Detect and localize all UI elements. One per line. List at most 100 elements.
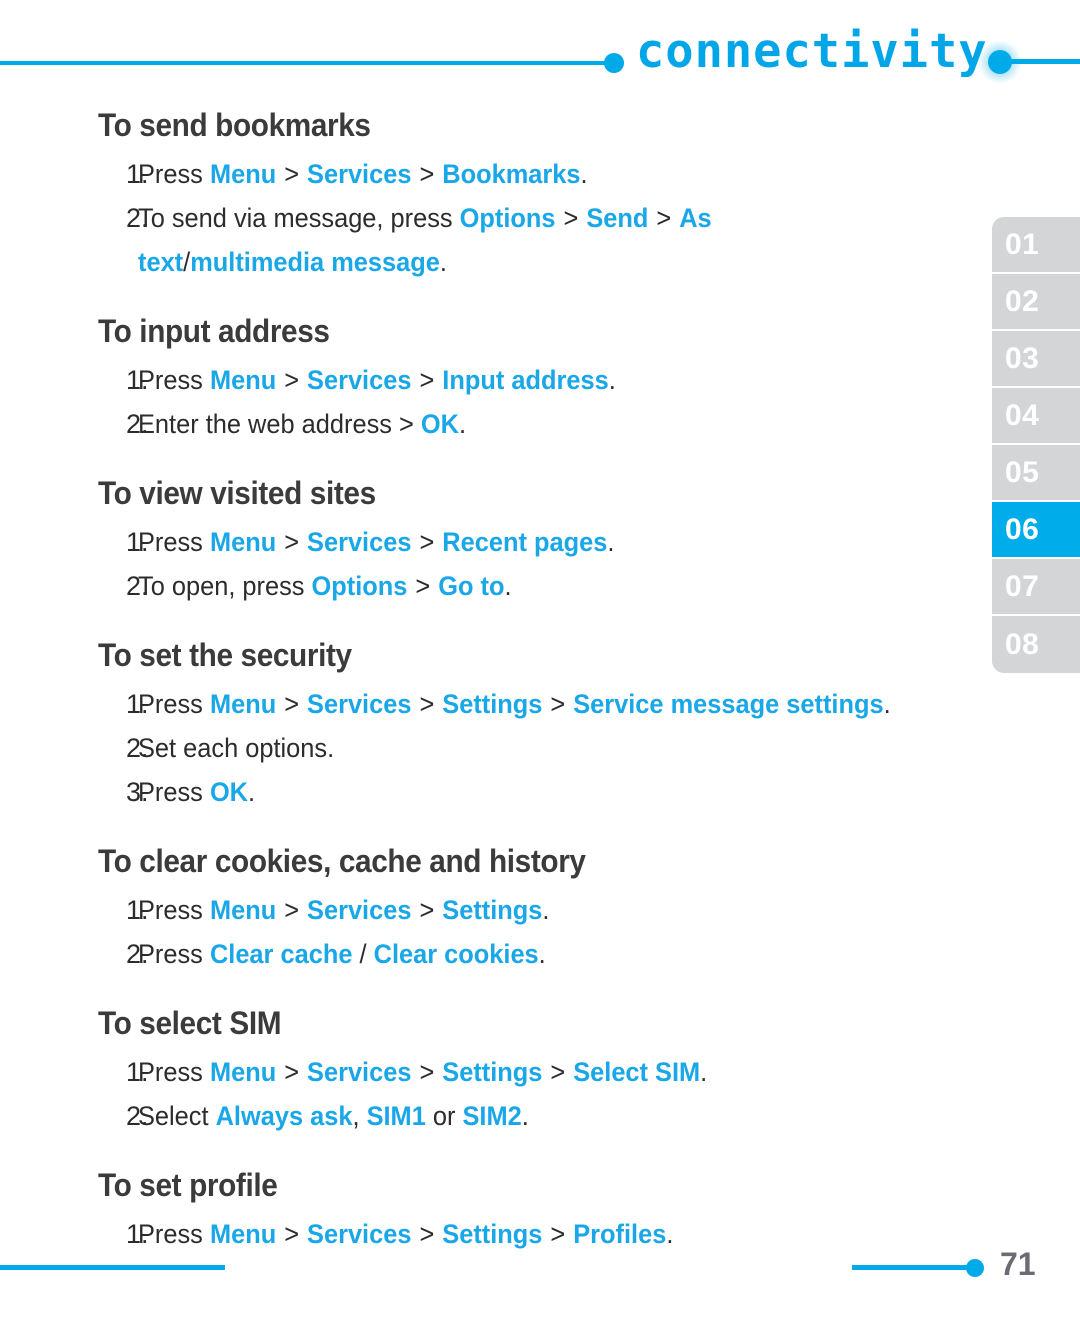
ui-path-token: Services xyxy=(307,1057,412,1087)
step-text-run: > xyxy=(277,895,307,925)
step-item: 1. Press Menu > Services > Settings > Ser… xyxy=(98,682,948,726)
section-heading: To select SIM xyxy=(98,1005,282,1041)
step-text: To open, press Options > Go to. xyxy=(138,564,899,608)
page-header: connectivity xyxy=(0,0,1080,100)
ui-path-token: Settings xyxy=(442,895,543,925)
ui-path-token: Settings xyxy=(442,1057,543,1087)
step-text-run: . xyxy=(248,777,256,807)
section: To input address 1. Press Menu > Services … xyxy=(98,310,948,446)
step-item: 2. Set each options. xyxy=(98,726,948,770)
ui-path-token: Clear cache xyxy=(209,939,353,969)
chapter-tab-03[interactable]: 03 xyxy=(992,331,1080,388)
step-item: 2. Press Clear cache / Clear cookies. xyxy=(98,932,948,976)
step-text-run: > xyxy=(412,895,442,925)
section-heading: To input address xyxy=(98,313,330,349)
ui-path-token: Menu xyxy=(209,1219,277,1249)
step-text-run: To open, press xyxy=(138,571,312,601)
step-text-run: Select xyxy=(138,1101,216,1131)
step-text-run: Press xyxy=(138,895,210,925)
step-text-run: > xyxy=(543,689,573,719)
step-text-run: > xyxy=(556,203,586,233)
step-number: 2. xyxy=(126,733,149,763)
step-text-run: / xyxy=(183,247,191,277)
chapter-tab-08[interactable]: 08 xyxy=(992,616,1080,673)
step-text-run: . xyxy=(883,689,891,719)
ui-path-token: SIM2 xyxy=(462,1101,522,1131)
step-text-run: . xyxy=(538,939,546,969)
chapter-tab-rail[interactable]: 01 02 03 04 05 06 07 08 xyxy=(992,217,1080,673)
step-text: Press Menu > Services > Settings. xyxy=(138,888,899,932)
ui-path-token: OK xyxy=(209,777,249,807)
step-text: Press Clear cache / Clear cookies. xyxy=(138,932,899,976)
step-text: Press Menu > Services > Recent pages. xyxy=(138,520,899,564)
chapter-tab-06[interactable]: 06 xyxy=(992,502,1080,559)
step-text-run: Enter the web address > xyxy=(138,409,421,439)
step-text-run: > xyxy=(412,527,442,557)
page-footer: 71 xyxy=(0,1246,1080,1333)
step-list: 1. Press Menu > Services > Input address.… xyxy=(98,358,948,446)
chapter-tab-07[interactable]: 07 xyxy=(992,559,1080,616)
ui-path-token: Menu xyxy=(209,689,277,719)
step-text: Enter the web address > OK. xyxy=(138,402,899,446)
step-text-run: . xyxy=(700,1057,708,1087)
chapter-tab-02[interactable]: 02 xyxy=(992,274,1080,331)
ui-path-token: Services xyxy=(307,1219,412,1249)
section: To select SIM 1. Press Menu > Services > S… xyxy=(98,1002,948,1138)
ui-path-token: Clear cookies xyxy=(373,939,539,969)
step-text: Press Menu > Services > Settings > Profi… xyxy=(138,1212,899,1256)
step-text-run: . xyxy=(458,409,467,439)
header-rule-right xyxy=(1008,59,1080,64)
step-text: Press Menu > Services > Settings > Servi… xyxy=(138,682,899,726)
chapter-tab-01[interactable]: 01 xyxy=(992,217,1080,274)
ui-path-token: Send xyxy=(586,203,649,233)
step-text-run: > xyxy=(277,527,307,557)
step-text-run: > xyxy=(649,203,679,233)
ui-path-token: Menu xyxy=(209,1057,277,1087)
step-text-run: . xyxy=(607,527,615,557)
step-number: 1. xyxy=(126,159,149,189)
step-number: 2. xyxy=(126,1101,149,1131)
step-text-run: > xyxy=(543,1219,573,1249)
page-number: 71 xyxy=(1000,1246,1036,1282)
ui-path-token: OK xyxy=(420,409,459,439)
step-text-run: To send via message, press xyxy=(138,203,460,233)
step-number: 2. xyxy=(126,409,149,439)
step-text-run: . xyxy=(608,365,616,395)
step-item: 2. To send via message, press Options > S… xyxy=(98,196,948,284)
step-item: 1. Press Menu > Services > Settings. xyxy=(98,888,948,932)
ui-path-token: Menu xyxy=(209,527,277,557)
ui-path-token: Select SIM xyxy=(573,1057,701,1087)
step-text-run: > xyxy=(412,1057,442,1087)
step-text-run: Press xyxy=(138,1057,210,1087)
section: To clear cookies, cache and history 1. Pre… xyxy=(98,840,948,976)
step-list: 1. Press Menu > Services > Recent pages. 2… xyxy=(98,520,948,608)
step-text: Set each options. xyxy=(138,726,899,770)
section-heading: To clear cookies, cache and history xyxy=(98,843,586,879)
step-text-run: > xyxy=(277,159,307,189)
section: To set the security 1. Press Menu > Servic… xyxy=(98,634,948,814)
section-heading: To set profile xyxy=(98,1167,278,1203)
step-text-run: Press xyxy=(138,689,210,719)
section-heading: To set the security xyxy=(98,637,352,673)
step-item: 1. Press Menu > Services > Settings > Sel… xyxy=(98,1050,948,1094)
step-number: 2. xyxy=(126,571,149,601)
step-text-run: Press xyxy=(138,939,210,969)
ui-path-token: Services xyxy=(307,527,412,557)
chapter-tab-04[interactable]: 04 xyxy=(992,388,1080,445)
main-content: To send bookmarks 1. Press Menu > Services… xyxy=(98,104,948,1282)
step-text-run: Press xyxy=(138,159,210,189)
step-item: 2. To open, press Options > Go to. xyxy=(98,564,948,608)
step-number: 1. xyxy=(126,895,149,925)
ui-path-token: Menu xyxy=(209,895,277,925)
step-text-run: > xyxy=(412,365,442,395)
section: To set profile 1. Press Menu > Services > … xyxy=(98,1164,948,1256)
chapter-tab-05[interactable]: 05 xyxy=(992,445,1080,502)
step-number: 3. xyxy=(126,777,149,807)
ui-path-token: Menu xyxy=(209,159,277,189)
step-number: 1. xyxy=(126,1219,149,1249)
step-text: Press Menu > Services > Input address. xyxy=(138,358,899,402)
step-item: 1. Press Menu > Services > Settings > Pro… xyxy=(98,1212,948,1256)
connector-dot-icon xyxy=(604,53,624,73)
ui-path-token: Menu xyxy=(209,365,277,395)
step-number: 2. xyxy=(126,939,149,969)
